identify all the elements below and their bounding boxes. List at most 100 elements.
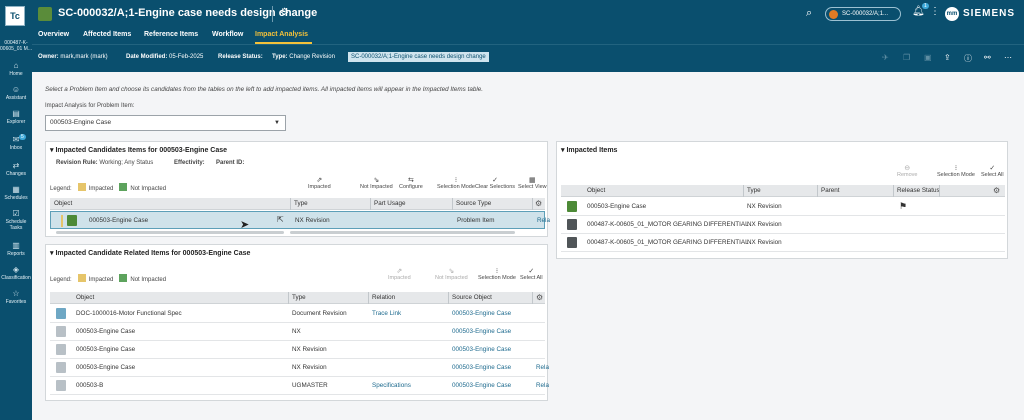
cell-object[interactable]: 000503-Engine Case (76, 364, 135, 371)
cell-object[interactable]: 000503-Engine Case (587, 203, 646, 210)
cell-object[interactable]: 000487-K-00605_01_MOTOR GEARING DIFFEREN… (587, 239, 749, 246)
context-pill[interactable]: SC-000032/A;1... (825, 7, 901, 21)
impacted-items-title[interactable]: ▾ Impacted Items (561, 146, 617, 154)
nav-home[interactable]: ⌂ Home (0, 62, 32, 78)
column-divider[interactable] (290, 198, 291, 210)
column-divider[interactable] (817, 185, 818, 197)
column-divider[interactable] (939, 185, 940, 197)
change-object-chip[interactable]: SC-000032/A;1-Engine case needs design c… (348, 52, 489, 62)
column-divider[interactable] (370, 198, 371, 210)
cell-object[interactable]: DOC-1000016-Motor Functional Spec (76, 310, 182, 317)
col-type[interactable]: Type (294, 200, 308, 207)
col-object[interactable]: Object (54, 200, 72, 207)
cell-object[interactable]: 000503-Engine Case (76, 346, 135, 353)
cell-object[interactable]: 000503-B (76, 382, 103, 389)
select-view-button[interactable]: ▦ Select View (518, 177, 547, 190)
cell-relation-link[interactable]: Rela (537, 217, 550, 224)
col-type[interactable]: Type (292, 294, 306, 301)
table-row[interactable]: 000503-Engine Case NX 000503-Engine Case (50, 323, 545, 341)
col-source-object[interactable]: Source Object (452, 294, 492, 301)
table-row[interactable]: 000503-Engine Case NX Revision 000503-En… (50, 341, 545, 359)
column-divider[interactable] (288, 292, 289, 304)
nav-schedule-tasks[interactable]: ☑ Schedule Tasks (0, 210, 32, 232)
cell-source-object[interactable]: 000503-Engine Case (452, 328, 511, 335)
column-divider[interactable] (532, 292, 533, 304)
problem-item-select[interactable]: 000503-Engine Case ▼ (45, 115, 286, 131)
info-icon[interactable]: ⓘ (964, 53, 972, 64)
col-object[interactable]: Object (76, 294, 94, 301)
nav-changes[interactable]: ⇄ Changes (0, 162, 32, 178)
copy-icon[interactable]: ❐ (903, 53, 910, 62)
share-icon[interactable]: ⚙ (280, 7, 289, 18)
open-in-icon[interactable]: ⇱ (277, 215, 284, 224)
cell-relation-link[interactable]: Rela (536, 382, 549, 389)
cell-object[interactable]: 000503-Engine Case (76, 328, 135, 335)
tab-reference-items[interactable]: Reference Items (144, 31, 198, 38)
cell-relation[interactable]: Specifications (372, 382, 411, 389)
impacted-button[interactable]: ⇗ Impacted (308, 177, 331, 190)
col-source-type[interactable]: Source Type (456, 200, 491, 207)
col-release-status[interactable]: Release Status (897, 187, 940, 194)
column-divider[interactable] (452, 198, 453, 210)
nav-explorer[interactable]: ▤ Explorer (0, 110, 32, 126)
table-row[interactable]: 000503-Engine Case NX Revision ⚑ (561, 198, 1005, 216)
column-divider[interactable] (743, 185, 744, 197)
related-panel-title[interactable]: ▾ Impacted Candidate Related Items for 0… (50, 249, 250, 257)
nav-favorites[interactable]: ☆ Favorites (0, 290, 32, 306)
not-impacted-button[interactable]: ⇘ Not Impacted (360, 177, 393, 190)
horizontal-scrollbar[interactable] (56, 231, 284, 234)
context-object-label[interactable]: 000487-K- 00605_01 M... (0, 40, 32, 52)
remove-button[interactable]: ⊖ Remove (897, 165, 917, 178)
col-relation[interactable]: Relation (372, 294, 395, 301)
selection-mode-button[interactable]: ⁝ Selection Mode (937, 165, 975, 178)
horizontal-scrollbar[interactable] (290, 231, 515, 234)
column-divider[interactable] (448, 292, 449, 304)
col-part-usage[interactable]: Part Usage (374, 200, 406, 207)
column-divider[interactable] (368, 292, 369, 304)
candidates-panel-title[interactable]: ▾ Impacted Candidates Items for 000503-E… (50, 146, 227, 154)
more-options-icon[interactable]: ⋮ (930, 6, 940, 17)
impacted-button[interactable]: ⇗ Impacted (388, 268, 411, 281)
clear-selections-button[interactable]: ✓ Clear Selections (475, 177, 515, 190)
cell-object[interactable]: 000503-Engine Case (89, 217, 148, 224)
nav-reports[interactable]: ▥ Reports (0, 242, 32, 258)
select-all-button[interactable]: ✓ Select All (981, 165, 1004, 178)
cell-source-object[interactable]: 000503-Engine Case (452, 364, 511, 371)
column-divider[interactable] (893, 185, 894, 197)
paste-icon[interactable]: ▣ (924, 53, 932, 62)
cell-relation-link[interactable]: Rela (536, 364, 549, 371)
col-object[interactable]: Object (587, 187, 605, 194)
selection-mode-button[interactable]: ⁝ Selection Mode (437, 177, 475, 190)
cell-relation[interactable]: Trace Link (372, 310, 401, 317)
table-row[interactable]: DOC-1000016-Motor Functional Spec Docume… (50, 305, 545, 323)
cell-source-object[interactable]: 000503-Engine Case (452, 346, 511, 353)
cell-source-object[interactable]: 000503-Engine Case (452, 382, 511, 389)
teamcenter-logo[interactable]: Tc (5, 6, 25, 26)
pin-icon[interactable]: ✈ (882, 53, 889, 62)
table-row[interactable]: 000503-Engine Case NX Revision 000503-En… (50, 359, 549, 377)
table-row[interactable]: 000503-B UGMASTER Specifications 000503-… (50, 377, 549, 395)
table-row[interactable]: 000503-Engine Case ⇱ NX Revision Problem… (50, 211, 550, 229)
nav-assistant[interactable]: ☺ Assistant (0, 86, 32, 102)
tab-overview[interactable]: Overview (38, 31, 69, 38)
not-impacted-button[interactable]: ⇘ Not Impacted (435, 268, 468, 281)
table-row[interactable]: 000487-K-00605_01_MOTOR GEARING DIFFEREN… (561, 216, 1005, 234)
selection-mode-button[interactable]: ⁝ Selection Mode (478, 268, 516, 281)
search-icon[interactable]: ⌕ (806, 7, 812, 20)
configure-button[interactable]: ⇆ Configure (399, 177, 423, 190)
tab-impact-analysis[interactable]: Impact Analysis (255, 31, 308, 38)
gear-icon[interactable]: ⚙ (536, 293, 543, 302)
col-parent[interactable]: Parent (821, 187, 840, 194)
tab-affected-items[interactable]: Affected Items (83, 31, 131, 38)
cell-object[interactable]: 000487-K-00605_01_MOTOR GEARING DIFFEREN… (587, 221, 749, 228)
cell-source-object[interactable]: 000503-Engine Case (452, 310, 511, 317)
select-all-button[interactable]: ✓ Select All (520, 268, 543, 281)
more-icon[interactable]: ⋯ (1004, 53, 1012, 62)
nav-classification[interactable]: ◈ Classification (0, 266, 32, 282)
tab-workflow[interactable]: Workflow (212, 31, 243, 38)
nav-schedules[interactable]: ▦ Schedules (0, 186, 32, 202)
avatar[interactable]: mm (945, 7, 959, 21)
nav-inbox[interactable]: ✉ 5 Inbox (0, 134, 32, 151)
table-row[interactable]: 000487-K-00605_01_MOTOR GEARING DIFFEREN… (561, 234, 1005, 252)
col-type[interactable]: Type (747, 187, 761, 194)
